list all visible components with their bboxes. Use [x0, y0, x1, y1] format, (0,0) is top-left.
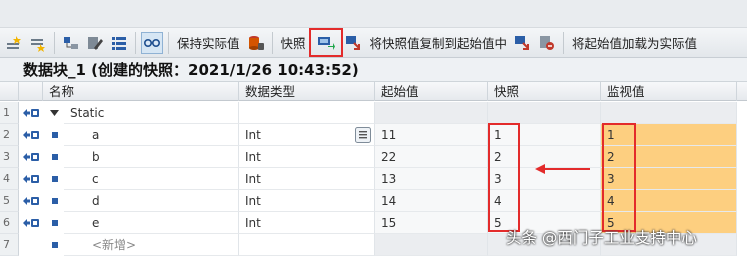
- element-bullet-icon: [52, 146, 58, 168]
- cell-snapshot: [488, 102, 601, 124]
- column-header-start[interactable]: 起始值: [375, 82, 488, 101]
- snapshot-icon[interactable]: [308, 28, 343, 57]
- row-number: 5: [0, 190, 19, 212]
- row-number: 3: [0, 146, 19, 168]
- collapse-arrow-icon[interactable]: [50, 102, 59, 124]
- monitor-glasses-icon[interactable]: [141, 31, 163, 54]
- toolbar-separator: [271, 31, 273, 54]
- snapshot-highlight-box: [488, 123, 520, 232]
- block-title: 数据块_1 (创建的快照：2021/1/26 10:43:52): [0, 58, 747, 82]
- cell-type[interactable]: [239, 234, 375, 256]
- cell-name[interactable]: b: [64, 146, 239, 168]
- datatype-picker-icon[interactable]: [355, 124, 371, 146]
- db-variable-icon: [22, 212, 40, 234]
- element-bullet-icon: [52, 212, 58, 234]
- load-start-values-icon[interactable]: [536, 32, 558, 54]
- monitor-highlight-box: [602, 123, 636, 232]
- db-variable-icon: [22, 190, 40, 212]
- cell-type[interactable]: [239, 102, 375, 124]
- row-number: 6: [0, 212, 19, 234]
- element-bullet-icon: [52, 124, 58, 146]
- add-row-icon[interactable]: [27, 32, 49, 54]
- toolbar-separator: [135, 31, 136, 54]
- db-variable-icon: [22, 102, 40, 124]
- column-header-datatype[interactable]: 数据类型: [239, 82, 375, 101]
- load-start-icon[interactable]: [512, 32, 534, 54]
- window-top-strip: [0, 0, 747, 28]
- element-bullet-icon: [52, 168, 58, 190]
- keep-actual-values-button[interactable]: 保持实际值: [177, 33, 240, 52]
- row-number: 7: [0, 234, 19, 256]
- cell-name[interactable]: d: [64, 190, 239, 212]
- row-number: 4: [0, 168, 19, 190]
- cell-start[interactable]: 14: [375, 190, 488, 212]
- icon-header: [19, 82, 43, 101]
- db-variable-icon: [22, 168, 40, 190]
- insert-row-icon[interactable]: [3, 32, 25, 54]
- row-number: 2: [0, 124, 19, 146]
- row-number: 1: [0, 102, 19, 124]
- cell-monitor: [601, 102, 737, 124]
- cell-start[interactable]: 13: [375, 168, 488, 190]
- expand-icon[interactable]: [60, 32, 82, 54]
- cell-type[interactable]: Int: [239, 168, 375, 190]
- table-row[interactable]: 1 Static: [0, 102, 747, 124]
- cell-start[interactable]: 22: [375, 146, 488, 168]
- cell-start[interactable]: [375, 102, 488, 124]
- copy-snapshot-icon[interactable]: [343, 32, 365, 54]
- watermark: 头条 @西门子工业支持中心: [506, 229, 697, 247]
- toolbar-separator: [168, 31, 169, 54]
- column-header-more: [737, 82, 747, 101]
- cell-name[interactable]: a: [64, 124, 239, 146]
- row-number-header: [0, 82, 19, 101]
- list-icon[interactable]: [108, 32, 130, 54]
- edit-icon[interactable]: [84, 32, 106, 54]
- column-header-name[interactable]: 名称: [43, 82, 239, 101]
- toolbar-separator: [54, 31, 55, 54]
- toolbar: 保持实际值 快照 将快照值复制到起始值中 将起始值加载为实际值: [0, 28, 747, 58]
- add-new-row[interactable]: <新增>: [64, 234, 239, 256]
- snapshot-button[interactable]: 快照: [281, 33, 306, 52]
- element-bullet-icon: [52, 190, 58, 212]
- annotation-arrow-icon: [535, 164, 590, 174]
- cell-name[interactable]: e: [64, 212, 239, 234]
- db-variable-icon: [22, 146, 40, 168]
- copy-snapshot-to-start-button[interactable]: 将快照值复制到起始值中: [370, 33, 508, 52]
- cell-start[interactable]: [375, 234, 488, 256]
- cell-name[interactable]: Static: [64, 102, 239, 124]
- element-bullet-icon: [52, 234, 58, 256]
- cell-type[interactable]: Int: [239, 190, 375, 212]
- cell-start[interactable]: 11: [375, 124, 488, 146]
- cell-type[interactable]: Int: [239, 146, 375, 168]
- keep-actual-values-icon[interactable]: [245, 32, 267, 54]
- column-header-snapshot[interactable]: 快照: [488, 82, 601, 101]
- column-header-monitor[interactable]: 监视值: [601, 82, 737, 101]
- cell-name[interactable]: c: [64, 168, 239, 190]
- load-start-as-actual-button[interactable]: 将起始值加载为实际值: [572, 33, 697, 52]
- db-variable-icon: [22, 124, 40, 146]
- cell-start[interactable]: 15: [375, 212, 488, 234]
- table-header: 名称 数据类型 起始值 快照 监视值: [0, 82, 747, 101]
- cell-type[interactable]: Int: [239, 212, 375, 234]
- toolbar-separator: [563, 31, 565, 54]
